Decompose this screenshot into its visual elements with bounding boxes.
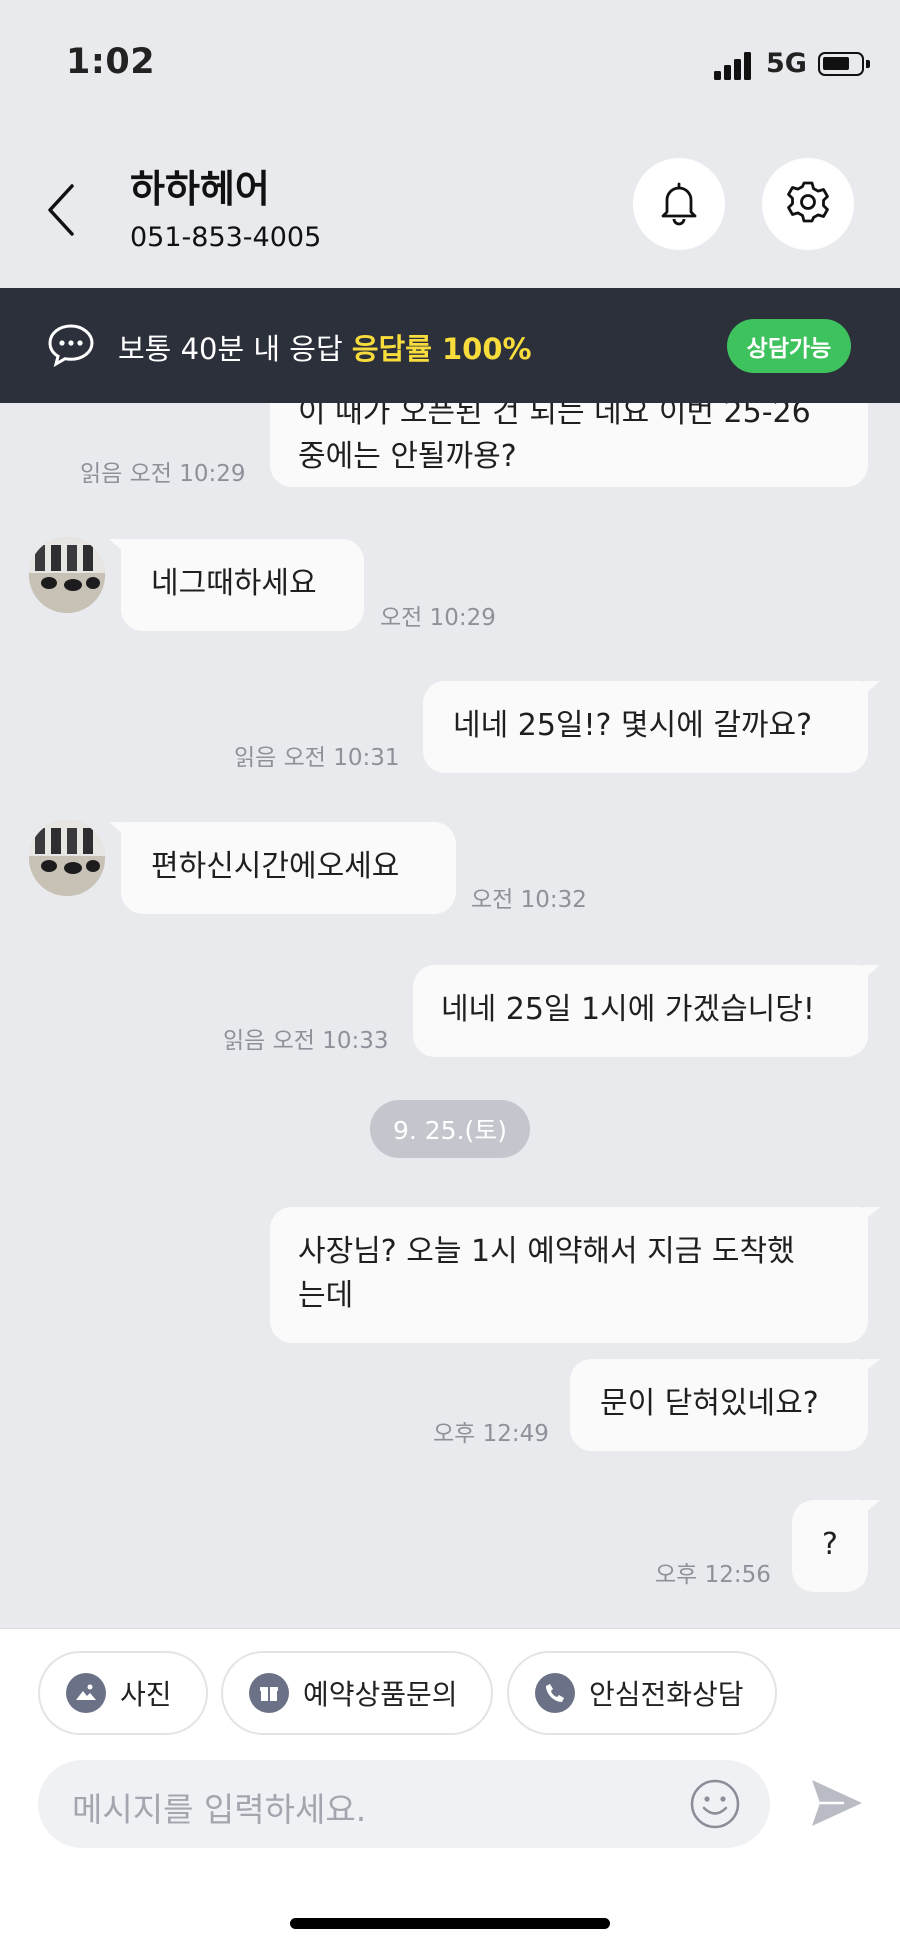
settings-button[interactable]	[762, 158, 854, 250]
chat-bubble-icon	[46, 320, 96, 374]
signal-icon	[714, 50, 754, 80]
date-divider: 9. 25.(토)	[370, 1100, 530, 1158]
photo-button-label: 사진	[120, 1678, 172, 1711]
gear-icon	[784, 178, 832, 230]
message-text: 는데	[298, 1278, 354, 1313]
message-text: 이 때가 오픈된 건 되는 데요 이번 25-26	[298, 403, 811, 430]
home-indicator[interactable]	[290, 1918, 610, 1929]
response-rate-banner: 보통 40분 내 응답 응답률 100% 상담가능	[0, 288, 900, 403]
message-bubble-mine[interactable]: 사장님? 오늘 1시 예약해서 지금 도착했 는데	[270, 1207, 880, 1343]
banner-text: 보통 40분 내 응답 응답률 100%	[118, 326, 532, 368]
message-bubble-mine[interactable]: 문이 닫혀있네요?	[570, 1359, 880, 1451]
phone-icon	[535, 1673, 575, 1713]
chat-header: 하하헤어 051-853-4005	[0, 130, 900, 288]
message-text: 네그때하세요	[151, 566, 317, 601]
message-text: 중에는 안될까용?	[298, 439, 517, 474]
battery-icon	[818, 52, 870, 76]
send-icon[interactable]	[808, 1774, 866, 1836]
network-label: 5G	[766, 48, 807, 79]
consult-available-badge: 상담가능	[727, 319, 851, 373]
message-bubble-shop[interactable]: 편하신시간에오세요	[109, 822, 456, 914]
shop-phone: 051-853-4005	[130, 222, 322, 253]
shop-avatar	[29, 537, 105, 613]
reservation-inquiry-label: 예약상품문의	[303, 1678, 458, 1711]
message-meta: 오전 10:32	[471, 887, 587, 913]
back-button[interactable]	[42, 180, 82, 240]
photo-button[interactable]: 사진	[38, 1651, 208, 1735]
message-text: 네네 25일!? 몇시에 갈까요?	[453, 708, 813, 743]
emoji-icon[interactable]	[688, 1777, 742, 1835]
message-meta: 읽음 오전 10:33	[223, 1028, 389, 1054]
safe-call-label: 안심전화상담	[589, 1678, 744, 1711]
message-text: 문이 닫혀있네요?	[600, 1386, 819, 1421]
message-text: 네네 25일 1시에 가겠습니당!	[441, 992, 815, 1027]
message-input-placeholder: 메시지를 입력하세요.	[72, 1790, 367, 1829]
message-meta: 읽음 오전 10:29	[80, 461, 246, 487]
message-bubble-mine[interactable]: 이 때가 오픈된 건 되는 데요 이번 25-26 중에는 안될까용?	[270, 403, 868, 487]
notification-button[interactable]	[633, 158, 725, 250]
message-meta: 오후 12:56	[655, 1562, 771, 1588]
status-time: 1:02	[66, 42, 156, 82]
gift-box-icon	[249, 1673, 289, 1713]
message-text: ?	[822, 1527, 838, 1562]
message-meta: 오후 12:49	[433, 1421, 549, 1447]
response-time-text: 보통 40분 내 응답	[118, 332, 343, 366]
status-bar: 1:02 5G	[0, 0, 900, 130]
message-text: 편하신시간에오세요	[151, 849, 400, 884]
message-input[interactable]: 메시지를 입력하세요.	[38, 1760, 770, 1848]
chat-messages[interactable]: 이 때가 오픈된 건 되는 데요 이번 25-26 중에는 안될까용? 읽음 오…	[0, 403, 900, 1628]
response-rate-text: 응답률 100%	[351, 332, 532, 366]
message-meta: 오전 10:29	[380, 605, 496, 631]
message-bubble-mine[interactable]: 네네 25일!? 몇시에 갈까요?	[423, 681, 880, 773]
composer-area: 사진 예약상품문의 안심전화상담 메시지를 입력하세요.	[0, 1628, 900, 1950]
photo-icon	[66, 1673, 106, 1713]
shop-name: 하하헤어	[130, 167, 270, 211]
reservation-inquiry-button[interactable]: 예약상품문의	[221, 1651, 493, 1735]
message-bubble-mine[interactable]: ?	[792, 1500, 880, 1592]
message-text: 사장님? 오늘 1시 예약해서 지금 도착했	[298, 1234, 795, 1269]
shop-avatar	[29, 820, 105, 896]
message-meta: 읽음 오전 10:31	[234, 745, 400, 771]
safe-call-button[interactable]: 안심전화상담	[507, 1651, 777, 1735]
message-bubble-shop[interactable]: 네그때하세요	[109, 539, 364, 631]
bell-icon	[655, 178, 703, 230]
message-bubble-mine[interactable]: 네네 25일 1시에 가겠습니당!	[413, 965, 880, 1057]
